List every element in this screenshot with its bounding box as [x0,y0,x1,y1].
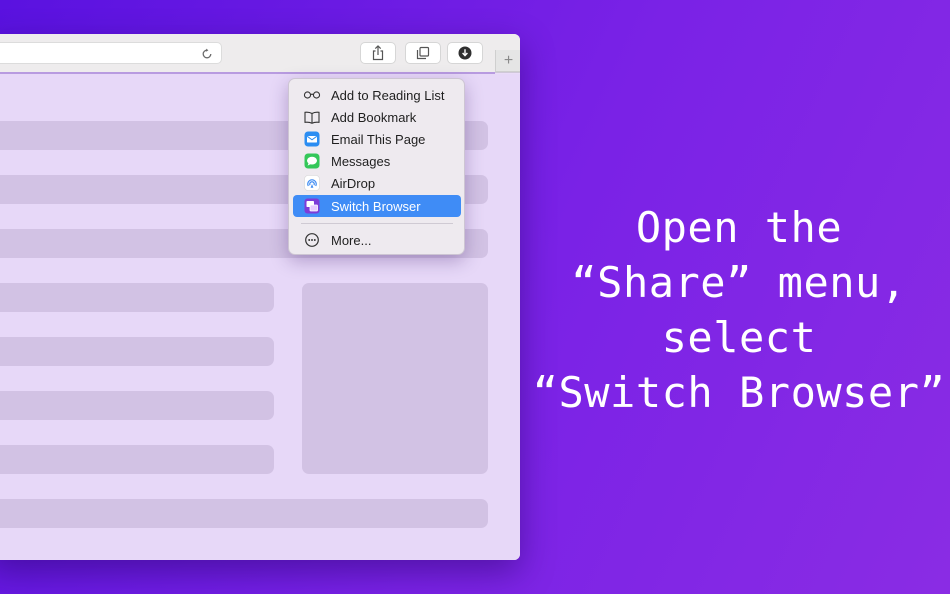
menu-item-switch-browser[interactable]: Switch Browser [293,195,461,217]
menu-item-label: Add Bookmark [331,109,417,125]
placeholder-row [0,391,274,420]
share-icon [371,45,385,61]
new-tab-button[interactable]: + [495,50,520,72]
placeholder-row [0,445,274,474]
menu-item-messages[interactable]: Messages [293,150,461,172]
caption-line: Open the [635,203,843,252]
reload-icon[interactable] [201,47,213,59]
menu-item-airdrop[interactable]: AirDrop [293,172,461,194]
more-icon [303,231,321,249]
downloads-button[interactable] [447,42,483,64]
messages-icon [303,152,321,170]
instruction-caption: Open the “Share” menu, select “Switch Br… [528,200,950,420]
menu-item-label: Switch Browser [331,198,421,214]
menu-item-label: Messages [331,153,391,169]
menu-item-label: AirDrop [331,175,376,191]
tabs-overview-button[interactable] [405,42,441,64]
menu-item-add-bookmark[interactable]: Add Bookmark [293,106,461,128]
share-menu: Add to Reading List Add Bookmark Email T… [288,78,465,255]
switch-browser-icon [303,197,321,215]
menu-item-label: Email This Page [331,131,426,147]
mail-icon [303,130,321,148]
menu-item-email-this-page[interactable]: Email This Page [293,128,461,150]
menu-item-add-to-reading-list[interactable]: Add to Reading List [293,84,461,106]
downloads-icon [458,46,472,60]
placeholder-image [302,283,488,474]
placeholder-row [0,499,488,528]
caption-line: “Switch Browser” [532,368,946,417]
tabs-overview-icon [416,46,430,60]
address-bar[interactable] [0,42,222,64]
menu-item-more[interactable]: More... [293,229,461,251]
browser-toolbar: + [0,34,520,73]
menu-separator [301,223,453,224]
menu-item-label: Add to Reading List [331,87,445,103]
placeholder-row [0,283,274,312]
caption-line: “Share” menu, [571,258,907,307]
caption-line: select [661,313,817,362]
book-icon [303,108,321,126]
share-button[interactable] [360,42,396,64]
airdrop-icon [303,174,321,192]
menu-item-label: More... [331,232,372,248]
placeholder-row [0,337,274,366]
reading-glasses-icon [303,86,321,104]
